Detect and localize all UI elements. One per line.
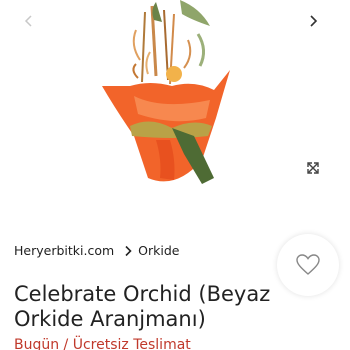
chevron-left-icon (24, 15, 32, 27)
favorite-button[interactable] (277, 234, 339, 296)
breadcrumb-category-link[interactable]: Orkide (138, 243, 179, 258)
product-image[interactable] (90, 0, 250, 200)
product-title: Celebrate Orchid (Beyaz Orkide Aranjmanı… (14, 282, 271, 331)
expand-icon (307, 162, 319, 174)
breadcrumb-home-link[interactable]: Heryerbitki.com (14, 243, 114, 258)
chevron-right-icon (124, 245, 132, 257)
heart-icon (296, 254, 320, 275)
product-gallery (0, 0, 350, 225)
chevron-right-icon (310, 15, 318, 27)
gallery-prev-button[interactable] (17, 9, 41, 33)
breadcrumb: Heryerbitki.com Orkide (14, 243, 179, 258)
zoom-button[interactable] (301, 156, 325, 180)
gallery-next-button[interactable] (301, 9, 325, 33)
delivery-info: Bugün / Ücretsiz Teslimat (14, 337, 191, 350)
product-page: Heryerbitki.com Orkide Celebrate Orchid … (0, 0, 350, 350)
